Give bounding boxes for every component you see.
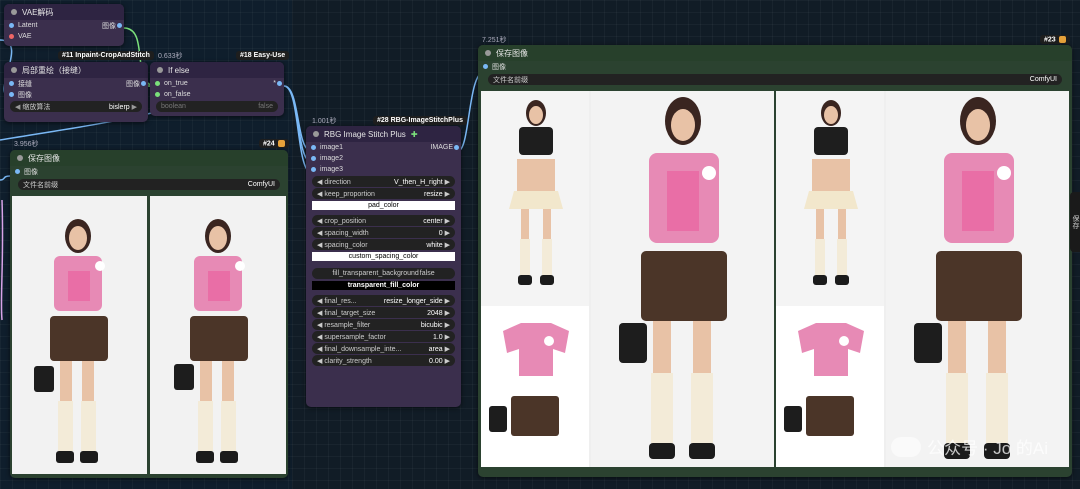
fill-transparent-toggle[interactable]: fill_transparent_background false [312, 268, 455, 279]
node-title: RBG Image Stitch Plus [324, 129, 406, 139]
wechat-logo-icon [891, 436, 922, 457]
socket-icon[interactable] [311, 145, 316, 150]
transparent-fill-color-field[interactable]: transparent_fill_color [312, 281, 455, 290]
custom-spacing-color-field[interactable]: custom_spacing_color [312, 252, 455, 261]
image-stitch-plus-node[interactable]: RBG Image Stitch Plus ✚ image1 IMAGE ima… [306, 126, 461, 407]
node-header[interactable]: 局部重绘（接缝） [4, 62, 148, 78]
collapse-dot-icon[interactable] [11, 67, 17, 73]
final-downsample-combo[interactable]: ◀ final_downsample_inte... area ▶ [312, 343, 455, 354]
input-image1[interactable]: image1 IMAGE [306, 142, 461, 153]
node-tag: #11 Inpaint-CropAndStitch [58, 51, 154, 60]
preview-image-left[interactable] [12, 196, 147, 474]
save-image-node-23[interactable]: 保存图像 图像 文件名前缀 ComfyUI [478, 45, 1072, 477]
input-on-false[interactable]: on_false [150, 89, 284, 100]
output-label: 图像 [126, 80, 140, 88]
model-figure-icon [34, 219, 108, 463]
collapse-dot-icon[interactable] [157, 67, 163, 73]
spacing-width-stepper[interactable]: ◀ spacing_width 0 ▶ [312, 227, 455, 238]
stitched-preview-left[interactable] [481, 91, 774, 467]
stitched-outfit-icon [481, 91, 774, 467]
socket-icon[interactable] [15, 169, 20, 174]
socket-icon[interactable] [9, 34, 14, 39]
node-title: If else [168, 65, 190, 75]
rescale-algorithm-combo[interactable]: ◀ 缩放算法 bislerp ▶ [10, 101, 142, 112]
input-stitch[interactable]: 接缝 图像 [4, 78, 148, 89]
pad-color-field[interactable]: pad_color [312, 201, 455, 210]
stitched-preview-right[interactable] [776, 91, 1069, 467]
node-title: 局部重绘（接缝） [22, 65, 86, 75]
collapse-dot-icon[interactable] [485, 50, 491, 56]
socket-icon[interactable] [9, 23, 14, 28]
socket-icon[interactable] [483, 64, 488, 69]
collapse-dot-icon[interactable] [313, 131, 319, 137]
input-on-true[interactable]: on_true * [150, 78, 284, 89]
direction-combo[interactable]: ◀ direction V_then_H_right ▶ [312, 176, 455, 187]
exec-time: 1.001秒 [312, 118, 337, 125]
node-title: 保存图像 [28, 153, 60, 163]
if-else-node[interactable]: If else on_true * on_false boolean false [150, 62, 284, 116]
node-header[interactable]: RBG Image Stitch Plus ✚ [306, 126, 461, 142]
resample-filter-combo[interactable]: ◀ resample_filter bicubic ▶ [312, 319, 455, 330]
final-target-size-stepper[interactable]: ◀ final_target_size 2048 ▶ [312, 307, 455, 318]
socket-icon[interactable] [9, 81, 14, 86]
output-label: IMAGE [430, 144, 453, 151]
model-figure-icon [174, 219, 248, 463]
node-title: 保存图像 [496, 48, 528, 58]
node-tag: #24 [259, 139, 289, 149]
output-socket-icon[interactable] [454, 145, 459, 150]
keep-proportion-combo[interactable]: ◀ keep_proportion resize ▶ [312, 188, 455, 199]
filename-prefix-field[interactable]: 文件名前缀 ComfyUI [18, 179, 280, 190]
output-socket-icon[interactable] [141, 81, 146, 86]
collapse-dot-icon[interactable] [11, 9, 17, 15]
vae-decode-node[interactable]: VAE解码 Latent 图像 VAE [4, 4, 124, 46]
input-vae[interactable]: VAE [4, 31, 124, 42]
filename-prefix-field[interactable]: 文件名前缀 ComfyUI [488, 74, 1062, 85]
clarity-strength-stepper[interactable]: ◀ clarity_strength 0.00 ▶ [312, 355, 455, 366]
input-image2[interactable]: image2 [306, 153, 461, 164]
stitched-outfit-icon [776, 91, 1069, 467]
node-tag: #28 RBG-ImageStitchPlus [373, 116, 467, 125]
spacing-color-combo[interactable]: ◀ spacing_color white ▶ [312, 239, 455, 250]
save-image-node-24[interactable]: 保存图像 图像 文件名前缀 ComfyUI [10, 150, 288, 478]
input-latent[interactable]: Latent 图像 [4, 20, 124, 31]
output-socket-icon[interactable] [277, 81, 282, 86]
socket-icon[interactable] [311, 167, 316, 172]
socket-icon[interactable] [155, 81, 160, 86]
node-header[interactable]: VAE解码 [4, 4, 124, 20]
output-label: * [273, 80, 276, 87]
node-header[interactable]: If else [150, 62, 284, 78]
input-image[interactable]: 图像 [10, 166, 288, 177]
final-resize-combo[interactable]: ◀ final_res... resize_longer_side ▶ [312, 295, 455, 306]
socket-icon[interactable] [155, 92, 160, 97]
collapse-dot-icon[interactable] [17, 155, 23, 161]
crop-position-combo[interactable]: ◀ crop_position center ▶ [312, 215, 455, 226]
exec-time: 3.956秒 [14, 141, 39, 148]
input-image[interactable]: 图像 [478, 61, 1072, 72]
node-tag: #23 [1040, 35, 1070, 45]
supersample-factor-stepper[interactable]: ◀ supersample_factor 1.0 ▶ [312, 331, 455, 342]
exec-time: 0.633秒 [158, 53, 183, 60]
watermark: 公众号 · Jo 的Ai [891, 434, 1048, 459]
socket-icon[interactable] [311, 156, 316, 161]
input-image[interactable]: 图像 [4, 89, 148, 100]
side-panel-tab[interactable]: 保存 [1070, 192, 1080, 252]
socket-icon[interactable] [9, 92, 14, 97]
output-label: 图像 [102, 22, 116, 30]
puzzle-icon: ✚ [410, 129, 418, 139]
node-title: VAE解码 [22, 7, 54, 17]
node-tag: #18 Easy-Use [236, 51, 290, 60]
output-socket-icon[interactable] [117, 23, 122, 28]
warning-badge-icon [277, 140, 285, 147]
node-header[interactable]: 保存图像 [10, 150, 288, 166]
input-image3[interactable]: image3 [306, 164, 461, 175]
preview-image-right[interactable] [150, 196, 286, 474]
inpaint-stitch-node[interactable]: 局部重绘（接缝） 接缝 图像 图像 ◀ 缩放算法 bislerp ▶ [4, 62, 148, 122]
exec-time: 7.251秒 [482, 37, 507, 44]
right-arrow-icon[interactable]: ▶ [130, 104, 137, 111]
node-header[interactable]: 保存图像 [478, 45, 1072, 61]
boolean-widget[interactable]: boolean false [156, 101, 278, 112]
warning-badge-icon [1058, 36, 1066, 43]
